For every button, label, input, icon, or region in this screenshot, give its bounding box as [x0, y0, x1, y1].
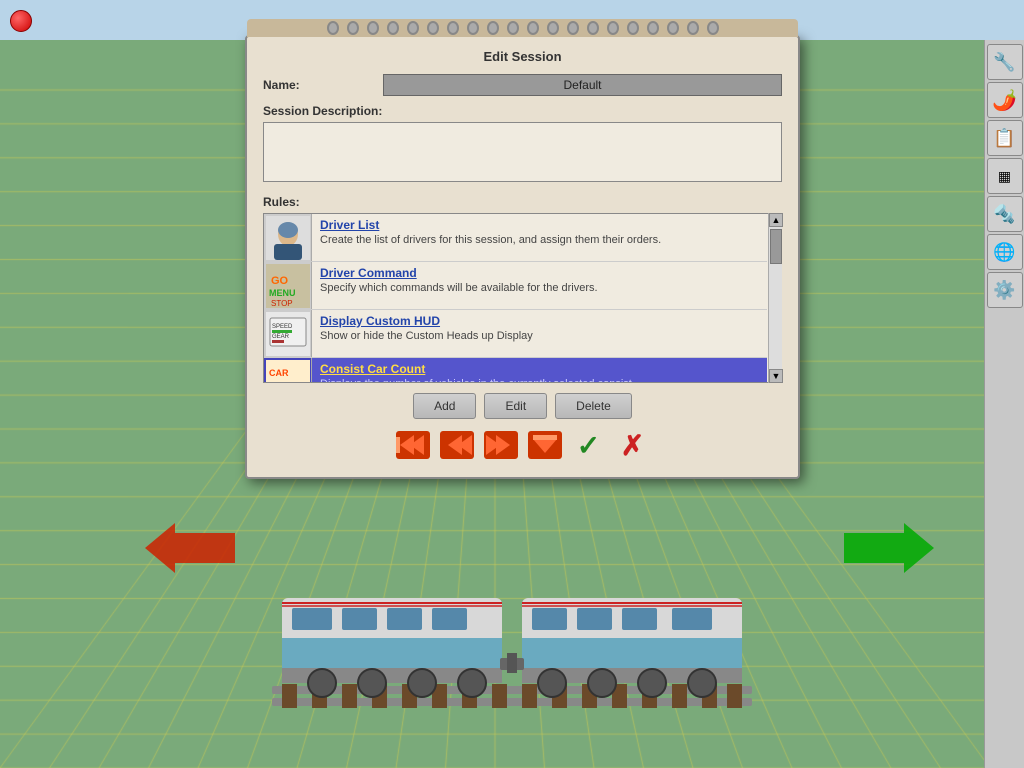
nav-prev-icon[interactable]	[439, 429, 475, 461]
description-label: Session Description:	[263, 104, 782, 118]
toolbar-btn-6[interactable]: 🌐	[987, 234, 1023, 270]
ring-16	[627, 21, 639, 35]
edit-button[interactable]: Edit	[484, 393, 547, 419]
svg-text:COUNT: COUNT	[267, 381, 296, 384]
rule-item-consist-car-count[interactable]: CAR COUNT 123 Consist Car Count Displays…	[264, 358, 767, 383]
name-input[interactable]	[383, 74, 782, 96]
toolbar-btn-5[interactable]: 🔩	[987, 196, 1023, 232]
ring-18	[667, 21, 679, 35]
train	[272, 568, 752, 713]
rule-icon-driver-list	[264, 214, 312, 261]
rule-desc-driver-list: Create the list of drivers for this sess…	[320, 234, 759, 246]
rules-container: Driver List Create the list of drivers f…	[263, 213, 782, 383]
edit-session-dialog: Edit Session Name: Session Description: …	[245, 35, 800, 479]
ring-20	[707, 21, 719, 35]
rule-icon-consist-car-count: CAR COUNT 123	[264, 358, 312, 383]
rule-content-driver-command: Driver Command Specify which commands wi…	[312, 262, 767, 309]
name-label: Name:	[263, 78, 383, 92]
right-toolbar: 🔧 🌶️ 📋 ▦ 🔩 🌐 ⚙️	[984, 40, 1024, 768]
ring-10	[507, 21, 519, 35]
rule-item-driver-command[interactable]: GO MENU STOP Driver Command Specify whic…	[264, 262, 767, 310]
svg-text:MENU: MENU	[269, 288, 296, 298]
toolbar-btn-4[interactable]: ▦	[987, 158, 1023, 194]
notebook-top	[247, 19, 798, 37]
confirm-button[interactable]: ✓	[571, 429, 607, 461]
ring-13	[567, 21, 579, 35]
rule-desc-display-hud: Show or hide the Custom Heads up Display	[320, 330, 759, 342]
scroll-thumb[interactable]	[770, 229, 782, 264]
ring-11	[527, 21, 539, 35]
rules-scrollbar[interactable]: ▲ ▼	[768, 213, 782, 383]
rule-item-driver-list[interactable]: Driver List Create the list of drivers f…	[264, 214, 767, 262]
rule-desc-consist-car-count: Displays the number of vehicles in the c…	[320, 378, 759, 383]
rule-item-display-hud[interactable]: SPEED GEAR Display Custom HUD Show or hi…	[264, 310, 767, 358]
svg-text:CAR: CAR	[269, 368, 289, 378]
toolbar-btn-3[interactable]: 📋	[987, 120, 1023, 156]
ring-6	[427, 21, 439, 35]
add-button[interactable]: Add	[413, 393, 476, 419]
nav-first-icon[interactable]	[395, 429, 431, 461]
ring-2	[347, 21, 359, 35]
ring-5	[407, 21, 419, 35]
rule-title-display-hud: Display Custom HUD	[320, 314, 759, 328]
scroll-track	[769, 227, 782, 369]
description-textarea[interactable]	[263, 122, 782, 182]
scroll-down-button[interactable]: ▼	[769, 369, 783, 383]
ring-4	[387, 21, 399, 35]
svg-text:SPEED: SPEED	[272, 324, 293, 330]
ring-17	[647, 21, 659, 35]
rule-icon-display-hud: SPEED GEAR	[264, 310, 312, 357]
toolbar-btn-2[interactable]: 🌶️	[987, 82, 1023, 118]
action-buttons: Add Edit Delete	[263, 393, 782, 419]
dialog-title: Edit Session	[263, 49, 782, 64]
arrow-red-left	[145, 523, 235, 573]
name-row: Name:	[263, 74, 782, 96]
ring-19	[687, 21, 699, 35]
close-button[interactable]	[10, 10, 32, 32]
toolbar-btn-1[interactable]: 🔧	[987, 44, 1023, 80]
ring-8	[467, 21, 479, 35]
ring-3	[367, 21, 379, 35]
ring-15	[607, 21, 619, 35]
ring-1	[327, 21, 339, 35]
rule-title-driver-command: Driver Command	[320, 266, 759, 280]
scroll-up-button[interactable]: ▲	[769, 213, 783, 227]
svg-text:GEAR: GEAR	[272, 334, 290, 340]
ring-14	[587, 21, 599, 35]
notebook-rings	[327, 21, 719, 35]
rule-icon-driver-command: GO MENU STOP	[264, 262, 312, 309]
arrow-green-right	[844, 523, 934, 573]
rule-content-display-hud: Display Custom HUD Show or hide the Cust…	[312, 310, 767, 357]
svg-text:GO: GO	[271, 275, 289, 287]
rules-label: Rules:	[263, 195, 782, 209]
rule-title-driver-list: Driver List	[320, 218, 759, 232]
toolbar-btn-7[interactable]: ⚙️	[987, 272, 1023, 308]
rules-list: Driver List Create the list of drivers f…	[263, 213, 782, 383]
ring-9	[487, 21, 499, 35]
rule-content-consist-car-count: Consist Car Count Displays the number of…	[312, 358, 767, 383]
rule-title-consist-car-count: Consist Car Count	[320, 362, 759, 376]
nav-next-icon[interactable]	[483, 429, 519, 461]
cancel-button[interactable]: ✗	[615, 429, 651, 461]
nav-down-icon[interactable]	[527, 429, 563, 461]
ring-12	[547, 21, 559, 35]
delete-button[interactable]: Delete	[555, 393, 632, 419]
bottom-nav-icons: ✓ ✗	[263, 429, 782, 461]
rule-desc-driver-command: Specify which commands will be available…	[320, 282, 759, 294]
rule-content-driver-list: Driver List Create the list of drivers f…	[312, 214, 767, 261]
svg-text:STOP: STOP	[271, 299, 293, 308]
ring-7	[447, 21, 459, 35]
